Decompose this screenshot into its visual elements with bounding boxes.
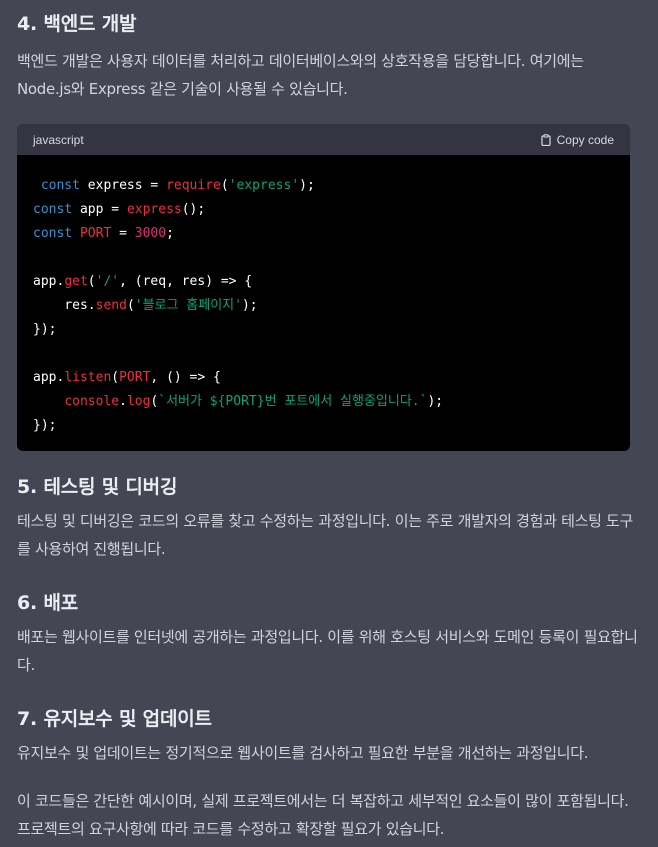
section-text-maintenance: 유지보수 및 업데이트는 정기적으로 웹사이트를 검사하고 필요한 부분을 개선… <box>17 744 589 762</box>
code-block: javascript Copy code const express = req… <box>17 124 630 451</box>
section-text-testing: 테스팅 및 디버깅은 코드의 오류를 찾고 수정하는 과정입니다. 이는 주로 … <box>17 512 634 558</box>
section-title-backend: 4. 백엔드 개발 <box>17 13 137 35</box>
code-language-label: javascript <box>33 132 84 147</box>
section-title-deploy: 6. 배포 <box>17 592 79 614</box>
clipboard-icon <box>541 133 551 146</box>
section-text-deploy: 배포는 웹사이트를 인터넷에 공개하는 과정입니다. 이를 위해 호스팅 서비스… <box>17 628 638 674</box>
section-text-backend: 백엔드 개발은 사용자 데이터를 처리하고 데이터베이스와의 상호작용을 담당합… <box>17 52 584 98</box>
code-header: javascript Copy code <box>17 124 630 155</box>
copy-code-button[interactable]: Copy code <box>540 133 614 147</box>
copy-code-label: Copy code <box>556 132 614 147</box>
section-title-testing: 5. 테스팅 및 디버깅 <box>17 476 178 498</box>
section-title-maintenance: 7. 유지보수 및 업데이트 <box>17 708 212 730</box>
closing-paragraph: 이 코드들은 간단한 예시이며, 실제 프로젝트에서는 더 복잡하고 세부적인 … <box>17 792 629 838</box>
code-content: const express = require('express'); cons… <box>33 178 444 433</box>
